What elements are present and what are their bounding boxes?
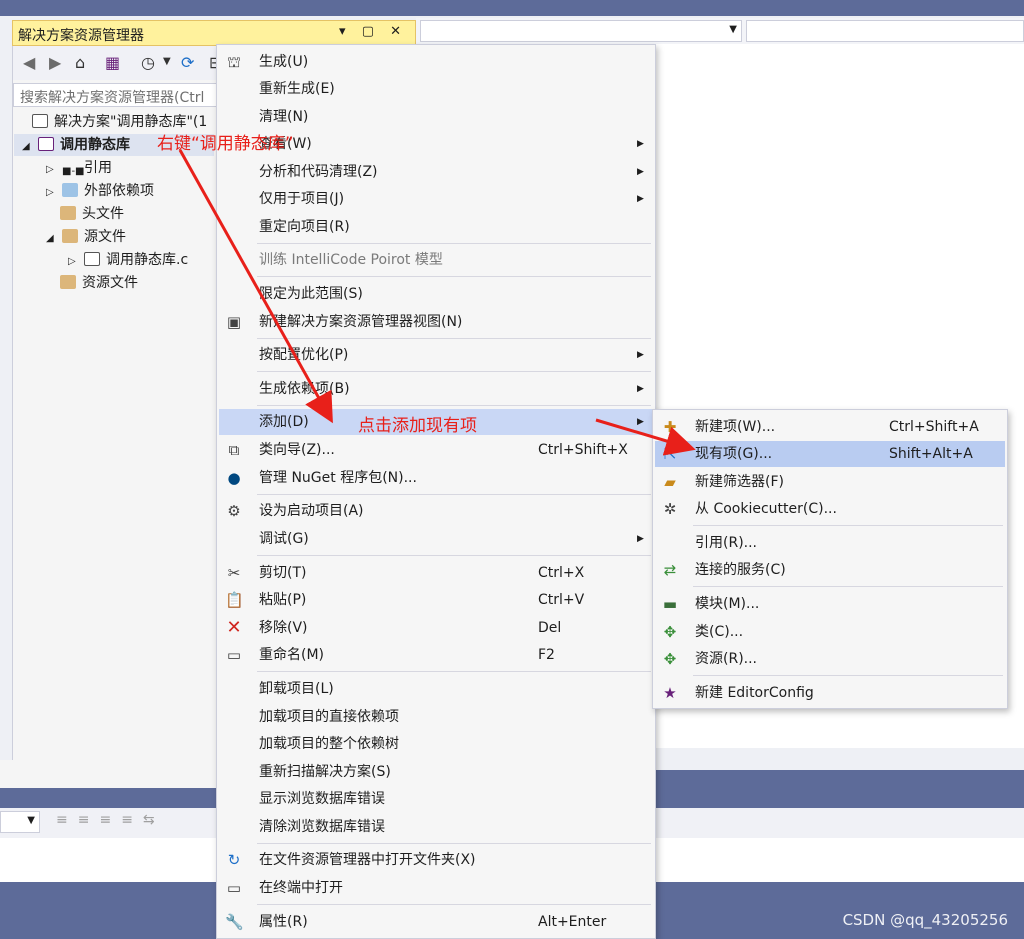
annotation-arrows: [178, 149, 696, 456]
arrow-to-add: [178, 149, 333, 424]
annotation-right-click: 右键“调用静态库”: [157, 134, 294, 154]
watermark: CSDN @qq_43205256: [842, 911, 1008, 929]
arrow-to-existing-item: [595, 418, 696, 456]
annotation-click-add: 点击添加现有项: [358, 416, 477, 436]
